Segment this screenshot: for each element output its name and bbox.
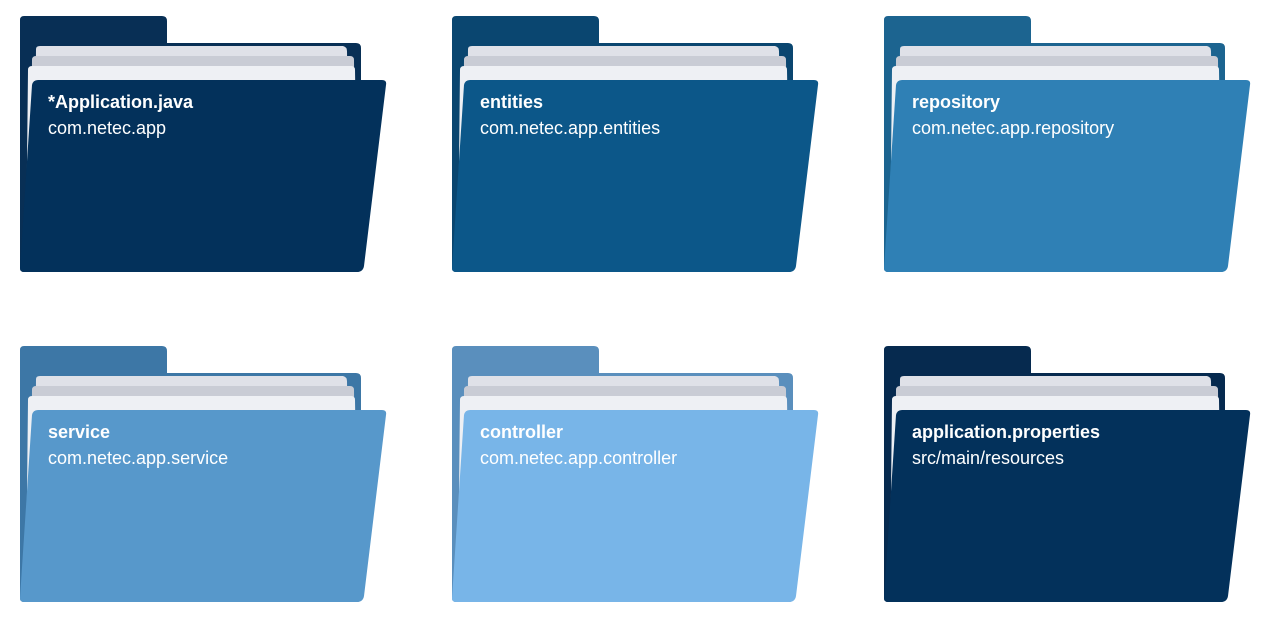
folder-label: entities com.netec.app.entities: [480, 90, 660, 142]
folder-name: *Application.java: [48, 92, 194, 112]
folder-label: service com.netec.app.service: [48, 420, 228, 472]
folder-icon: [20, 346, 387, 602]
folder-package: com.netec.app: [48, 118, 167, 138]
folder-package: src/main/resources: [912, 448, 1065, 468]
folder-icon: [20, 16, 387, 272]
folder-application-properties[interactable]: application.properties src/main/resource…: [884, 346, 1254, 606]
folder-package: com.netec.app.controller: [480, 448, 678, 468]
folder-label: controller com.netec.app.controller: [480, 420, 677, 472]
folder-name: service: [48, 422, 111, 442]
folder-package: com.netec.app.service: [48, 448, 229, 468]
folder-icon: [884, 16, 1251, 272]
folder-icon: [452, 346, 819, 602]
folder-name: repository: [912, 92, 1001, 112]
folder-name: controller: [480, 422, 564, 442]
folder-icon: [452, 16, 819, 272]
folder-entities[interactable]: entities com.netec.app.entities: [452, 16, 822, 276]
folder-service[interactable]: service com.netec.app.service: [20, 346, 390, 606]
folder-label: *Application.java com.netec.app: [48, 90, 193, 142]
folder-repository[interactable]: repository com.netec.app.repository: [884, 16, 1254, 276]
folder-package: com.netec.app.repository: [912, 118, 1115, 138]
folder-label: repository com.netec.app.repository: [912, 90, 1114, 142]
folder-controller[interactable]: controller com.netec.app.controller: [452, 346, 822, 606]
folder-icon: [884, 346, 1251, 602]
folder-application-java[interactable]: *Application.java com.netec.app: [20, 16, 390, 276]
folder-name: application.properties: [912, 422, 1101, 442]
folder-name: entities: [480, 92, 544, 112]
folder-label: application.properties src/main/resource…: [912, 420, 1100, 472]
folder-package: com.netec.app.entities: [480, 118, 661, 138]
